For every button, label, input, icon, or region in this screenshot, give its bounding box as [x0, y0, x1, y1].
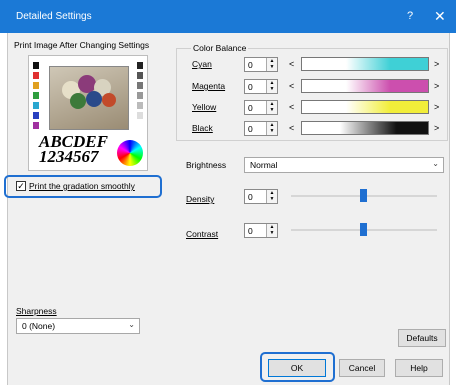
window-title: Detailed Settings	[16, 11, 92, 22]
preview-image: ABCDEF 1234567	[28, 55, 148, 171]
color-wheel-icon	[117, 140, 143, 166]
yellow-label: Yellow	[192, 102, 217, 112]
magenta-decrease-icon[interactable]: <	[289, 81, 294, 91]
color-balance-title: Color Balance	[191, 43, 249, 53]
ok-button[interactable]: OK	[268, 359, 326, 377]
black-decrease-icon[interactable]: <	[289, 123, 294, 133]
black-spinner[interactable]: 0 ▲ ▼	[244, 121, 278, 136]
cyan-label: Cyan	[192, 59, 212, 69]
cyan-gradient-bar	[301, 57, 429, 71]
sharpness-label: Sharpness	[16, 306, 57, 316]
help-icon[interactable]: ?	[407, 10, 413, 22]
contrast-spinner[interactable]: 0 ▲ ▼	[244, 223, 278, 238]
yarn-photo	[49, 66, 129, 130]
chevron-down-icon: ⌄	[128, 320, 135, 329]
black-gradient-bar	[301, 121, 429, 135]
cyan-decrease-icon[interactable]: <	[289, 59, 294, 69]
yellow-decrease-icon[interactable]: <	[289, 102, 294, 112]
sharpness-select[interactable]: 0 (None) ⌄	[16, 318, 140, 334]
help-button[interactable]: Help	[395, 359, 443, 377]
cyan-spinner[interactable]: 0 ▲ ▼	[244, 57, 278, 72]
contrast-label: Contrast	[186, 229, 219, 239]
gradation-label[interactable]: Print the gradation smoothly	[29, 181, 135, 191]
chevron-down-icon: ⌄	[432, 159, 439, 168]
preview-sample-text: ABCDEF 1234567	[39, 132, 108, 166]
title-bar: Detailed Settings ? ✕	[0, 0, 456, 33]
preview-label: Print Image After Changing Settings	[14, 40, 150, 50]
cancel-button[interactable]: Cancel	[339, 359, 385, 377]
close-icon[interactable]: ✕	[434, 8, 446, 25]
cyan-increase-icon[interactable]: >	[434, 59, 439, 69]
density-label: Density	[186, 194, 215, 204]
contrast-slider-thumb[interactable]	[360, 223, 367, 236]
yellow-increase-icon[interactable]: >	[434, 102, 439, 112]
yellow-spinner[interactable]: 0 ▲ ▼	[244, 100, 278, 115]
brightness-label: Brightness	[186, 160, 227, 170]
density-slider-thumb[interactable]	[360, 189, 367, 202]
magenta-gradient-bar	[301, 79, 429, 93]
defaults-button[interactable]: Defaults	[398, 329, 446, 347]
gradation-checkbox[interactable]: ✓	[16, 181, 26, 191]
yellow-gradient-bar	[301, 100, 429, 114]
brightness-select[interactable]: Normal ⌄	[244, 157, 444, 173]
black-increase-icon[interactable]: >	[434, 123, 439, 133]
black-label: Black	[192, 123, 213, 133]
magenta-increase-icon[interactable]: >	[434, 81, 439, 91]
magenta-spinner[interactable]: 0 ▲ ▼	[244, 79, 278, 94]
density-spinner[interactable]: 0 ▲ ▼	[244, 189, 278, 204]
magenta-label: Magenta	[192, 81, 226, 91]
